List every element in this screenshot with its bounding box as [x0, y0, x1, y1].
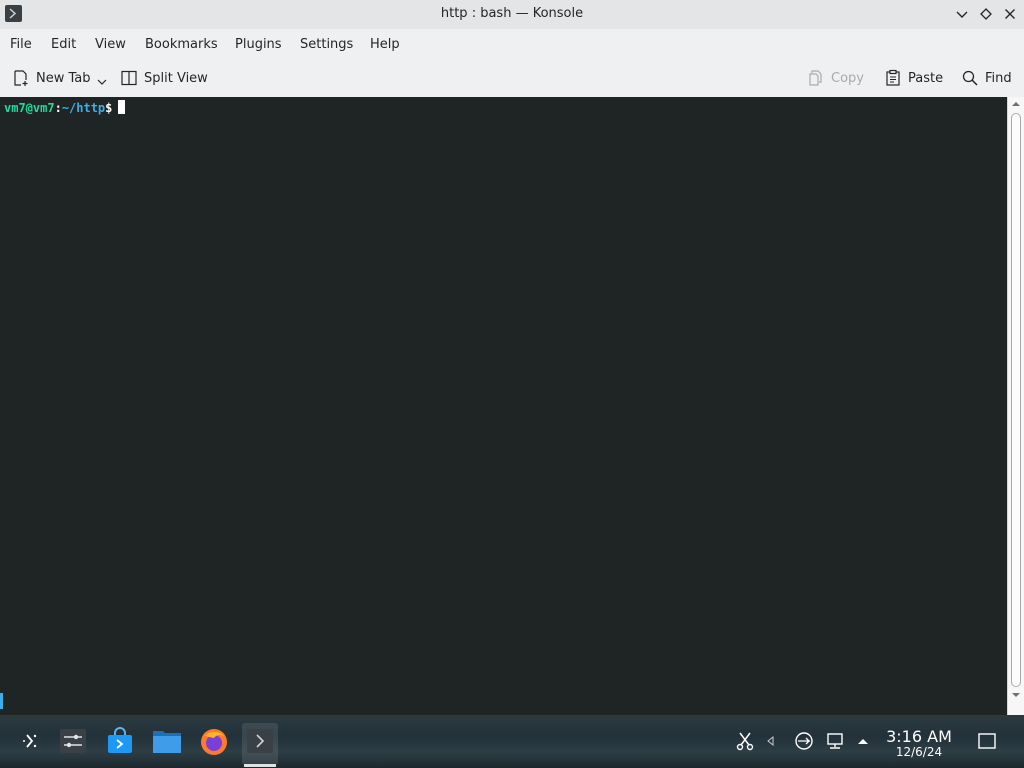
menu-help[interactable]: Help: [370, 37, 400, 52]
text-cursor: [118, 100, 126, 114]
diamond-icon: [980, 8, 992, 20]
menu-plugins[interactable]: Plugins: [235, 37, 282, 52]
menu-file[interactable]: File: [10, 37, 32, 52]
close-button[interactable]: [1001, 5, 1019, 23]
menu-bar: File Edit View Bookmarks Plugins Setting…: [0, 29, 1024, 59]
maximize-button[interactable]: [977, 5, 995, 23]
menu-view[interactable]: View: [95, 37, 126, 52]
new-tab-icon: [14, 70, 28, 86]
shell-prompt: vm7@vm7:~/http$: [4, 100, 126, 115]
clock-time[interactable]: 3:16 AM: [880, 727, 958, 746]
application-launcher-icon[interactable]: [16, 727, 44, 755]
clock-date[interactable]: 12/6/24: [880, 745, 958, 759]
file-manager-icon[interactable]: [152, 727, 181, 755]
paste-label: Paste: [908, 70, 944, 86]
usb-network-icon[interactable]: [794, 731, 814, 751]
copy-label: Copy: [831, 70, 864, 86]
scroll-down-arrow-icon[interactable]: [1011, 690, 1021, 700]
new-tab-label: New Tab: [36, 70, 91, 86]
chevron-down-icon: [97, 79, 106, 85]
prompt-colon: :: [54, 101, 62, 115]
minimize-button[interactable]: [953, 5, 971, 23]
network-icon[interactable]: [825, 731, 845, 751]
title-bar[interactable]: http : bash — Konsole: [0, 0, 1024, 29]
split-view-button[interactable]: Split View: [120, 67, 208, 89]
search-icon: [962, 70, 978, 86]
konsole-icon[interactable]: [246, 727, 274, 755]
menu-bookmarks[interactable]: Bookmarks: [145, 37, 218, 52]
paste-icon: [886, 69, 900, 86]
firefox-icon[interactable]: [199, 727, 227, 755]
scroll-up-arrow-icon[interactable]: [1011, 99, 1021, 109]
chevron-down-icon: [956, 11, 968, 18]
expand-tray-icon[interactable]: [853, 731, 873, 751]
discover-store-icon[interactable]: [106, 727, 134, 755]
active-task-indicator: [244, 764, 276, 767]
menu-edit[interactable]: Edit: [51, 37, 76, 52]
find-label: Find: [985, 70, 1012, 86]
menu-settings[interactable]: Settings: [300, 37, 353, 52]
split-view-icon: [121, 70, 137, 86]
clipboard-scissors-icon[interactable]: [735, 731, 755, 751]
copy-button[interactable]: Copy: [807, 67, 864, 89]
prompt-user: vm7@vm7: [4, 101, 55, 115]
terminal-area[interactable]: vm7@vm7:~/http$: [0, 97, 1007, 715]
new-tab-button[interactable]: New Tab: [12, 67, 108, 89]
prompt-path: ~/http: [61, 101, 106, 115]
show-desktop-icon[interactable]: [977, 731, 997, 751]
split-view-label: Split View: [144, 70, 208, 86]
toolbar: New Tab Split View Copy Paste Find: [0, 59, 1024, 97]
taskbar: 3:16 AM 12/6/24: [0, 715, 1024, 768]
system-settings-icon[interactable]: [59, 727, 87, 755]
window-title: http : bash — Konsole: [440, 6, 584, 21]
scrollbar[interactable]: [1007, 97, 1024, 715]
volume-icon[interactable]: [762, 731, 782, 751]
prompt-symbol: $: [105, 101, 113, 115]
scrollbar-thumb[interactable]: [1011, 113, 1021, 687]
paste-button[interactable]: Paste: [884, 67, 943, 89]
close-icon: [1005, 9, 1015, 19]
terminal-marker: [0, 693, 3, 709]
copy-icon: [809, 70, 822, 86]
find-button[interactable]: Find: [961, 67, 1012, 89]
